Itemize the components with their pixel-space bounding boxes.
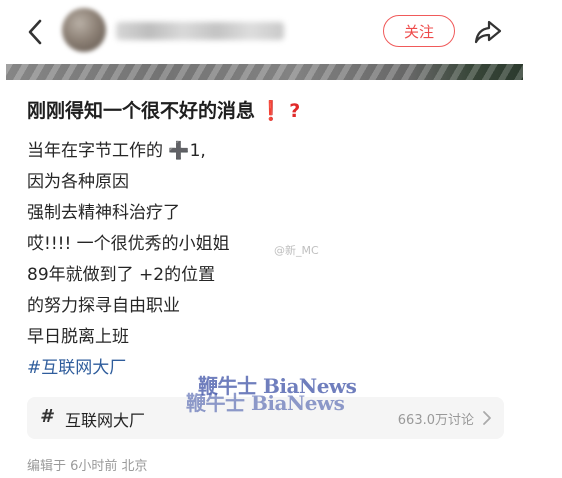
top-nav-bar: 关注: [0, 0, 562, 64]
exclamation-question-icon: ❗ ?: [259, 100, 301, 122]
body-line: 强制去精神科治疗了: [27, 203, 180, 223]
back-button[interactable]: [20, 16, 50, 48]
hashtag-icon: #: [40, 406, 53, 427]
body-line: 当年在字节工作的 ➕1,: [27, 141, 206, 161]
body-line: 89年就做到了 +2的位置: [27, 265, 216, 285]
post-title: 刚刚得知一个很不好的消息 ❗ ?: [27, 96, 300, 123]
post-title-text: 刚刚得知一个很不好的消息: [27, 100, 256, 122]
share-arrow-icon: [474, 20, 502, 44]
bianews-watermark: 鞭牛士 BiaNews: [186, 391, 345, 415]
body-line: 因为各种原因: [27, 172, 129, 192]
body-line: 的努力探寻自由职业: [27, 296, 180, 316]
topic-discussion-count: 663.0万讨论: [397, 413, 474, 428]
share-button[interactable]: [471, 15, 505, 49]
topic-name: 互联网大厂: [65, 411, 146, 430]
author-avatar[interactable]: [62, 8, 106, 52]
post-body: 当年在字节工作的 ➕1, 因为各种原因 强制去精神科治疗了 哎!!!! 一个很优…: [27, 136, 527, 384]
chevron-left-icon: [28, 19, 42, 45]
post-image-strip[interactable]: [6, 64, 523, 80]
author-name-redacted[interactable]: [116, 22, 284, 40]
post-meta: 编辑于 6小时前 北京: [27, 459, 148, 474]
follow-button[interactable]: 关注: [383, 15, 455, 47]
body-line: 早日脱离上班: [27, 327, 129, 347]
weibo-watermark: @新_MC: [274, 244, 319, 257]
chevron-right-icon: [483, 411, 491, 425]
